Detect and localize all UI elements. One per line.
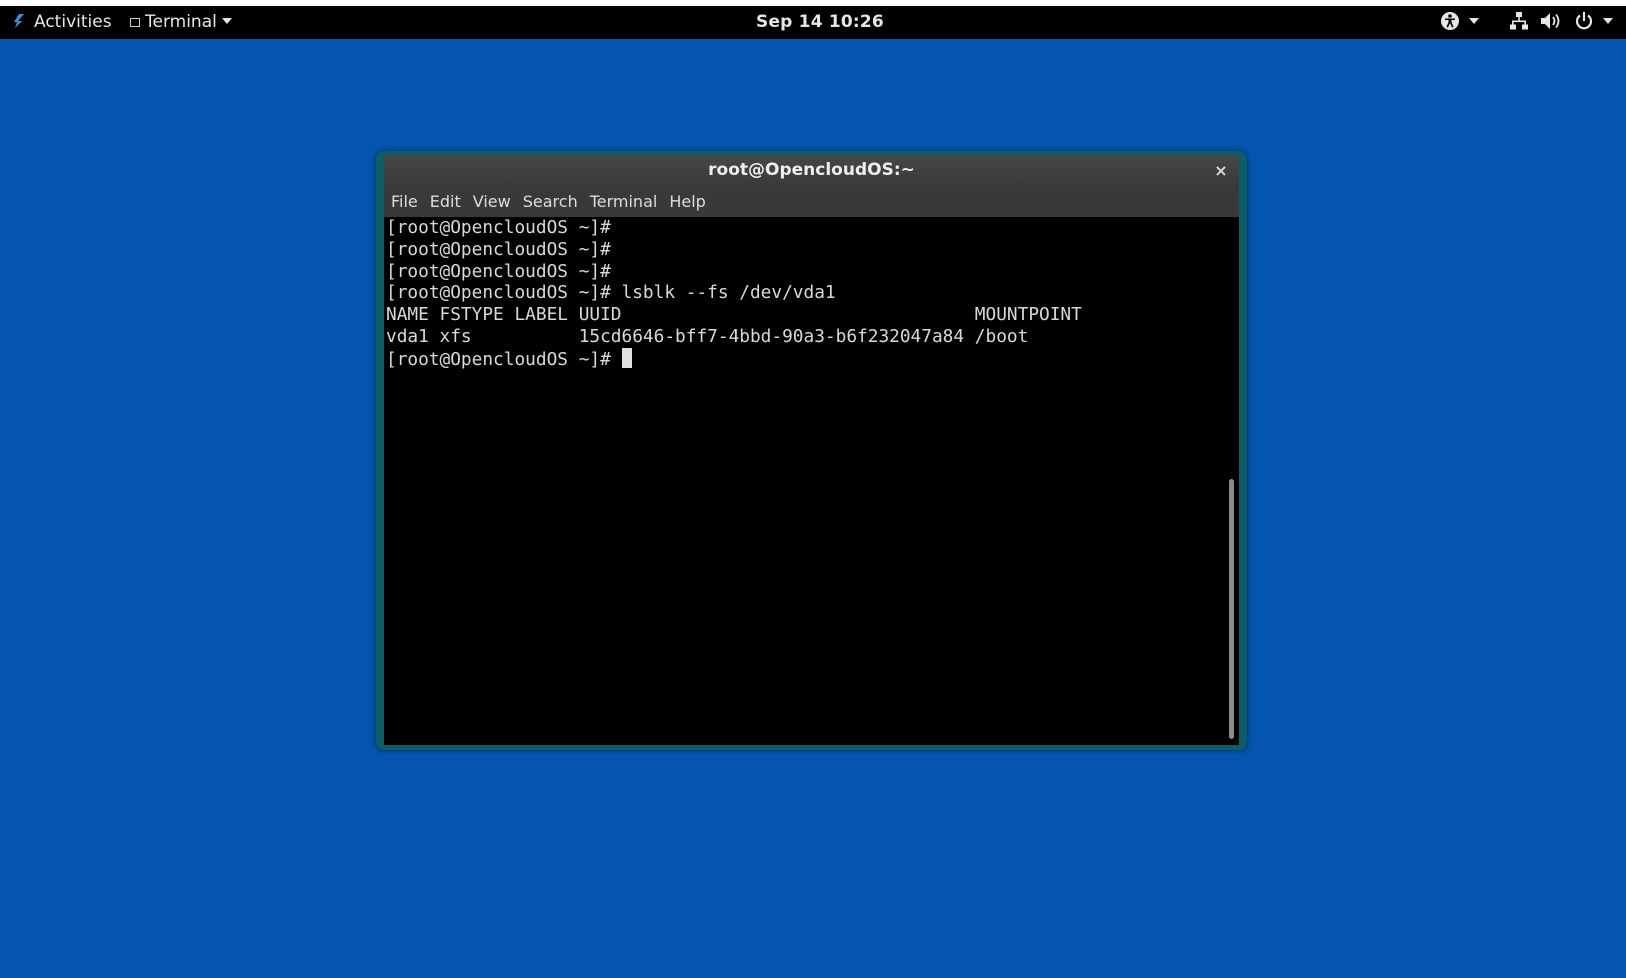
terminal-output[interactable]: [root@OpencloudOS ~]# [root@OpencloudOS …: [384, 217, 1239, 745]
power-icon: [1575, 12, 1592, 30]
accessibility-icon: [1441, 12, 1459, 30]
app-menu-label: Terminal: [145, 12, 217, 32]
activities-button[interactable]: Activities: [12, 6, 112, 39]
terminal-line: [root@OpencloudOS ~]#: [386, 260, 611, 282]
terminal-prompt: [root@OpencloudOS ~]#: [386, 348, 622, 370]
terminal-line: vda1 xfs 15cd6646-bff7-4bbd-90a3-b6f2320…: [386, 325, 1029, 347]
menu-search[interactable]: Search: [517, 186, 584, 217]
activities-label: Activities: [34, 12, 112, 32]
app-menu-button[interactable]: Terminal: [130, 6, 232, 39]
chevron-down-icon: [1469, 18, 1479, 24]
system-menu[interactable]: [1509, 6, 1613, 39]
menu-edit[interactable]: Edit: [424, 186, 467, 217]
terminal-app-icon: [130, 18, 140, 27]
text-cursor: [621, 347, 632, 368]
chevron-down-icon: [221, 18, 232, 24]
terminal-line: [root@OpencloudOS ~]# lsblk --fs /dev/vd…: [386, 282, 836, 304]
menu-terminal[interactable]: Terminal: [584, 186, 664, 217]
window-title: root@OpencloudOS:~: [708, 160, 915, 180]
menu-bar: File Edit View Search Terminal Help: [384, 186, 1239, 217]
terminal-line: [root@OpencloudOS ~]#: [386, 217, 611, 238]
chevron-down-icon: [1602, 18, 1613, 24]
top-bar: Activities Terminal Sep 14 10:26: [0, 6, 1626, 39]
terminal-line: NAME FSTYPE LABEL UUID MOUNTPOINT: [386, 304, 1082, 326]
clock[interactable]: Sep 14 10:26: [756, 6, 884, 39]
accessibility-menu[interactable]: [1440, 6, 1479, 39]
terminal-scrollbar[interactable]: [1225, 217, 1239, 745]
menu-help[interactable]: Help: [663, 186, 711, 217]
volume-icon: [1541, 13, 1560, 29]
menu-view[interactable]: View: [467, 186, 517, 217]
menu-file[interactable]: File: [384, 186, 424, 217]
scrollbar-thumb[interactable]: [1229, 479, 1234, 739]
terminal-text: [root@OpencloudOS ~]# [root@OpencloudOS …: [386, 217, 1082, 371]
close-button[interactable]: ×: [1211, 155, 1231, 186]
activities-logo-icon: [14, 14, 24, 28]
terminal-line: [root@OpencloudOS ~]#: [386, 238, 611, 260]
window-titlebar[interactable]: root@OpencloudOS:~ ×: [384, 155, 1239, 186]
network-icon: [1510, 12, 1528, 30]
terminal-window[interactable]: root@OpencloudOS:~ × File Edit View Search T…: [376, 151, 1247, 750]
